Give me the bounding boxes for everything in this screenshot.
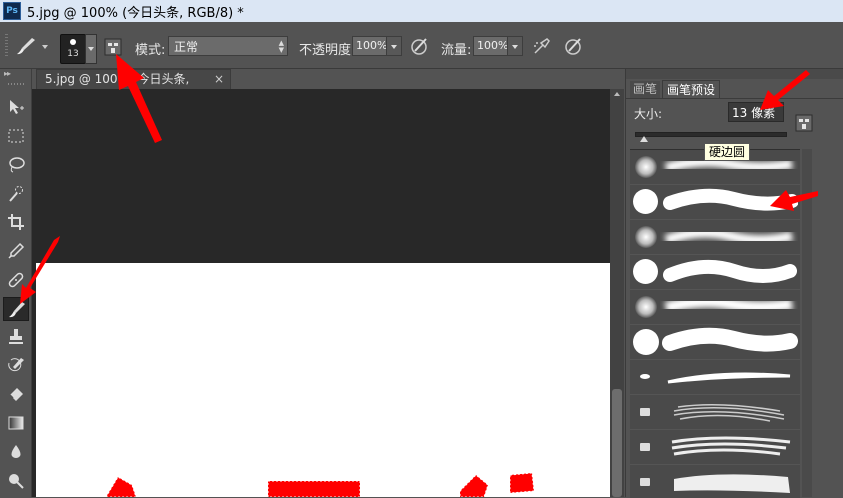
tab-brush[interactable]: 画笔 [630,81,660,98]
blur-tool-icon [11,445,21,458]
toolbar-grip[interactable] [8,83,24,85]
move-tool-icon [10,100,24,114]
eyedropper-tool[interactable] [3,239,29,263]
quick-selection-tool-icon [9,186,23,202]
crop-tool[interactable] [3,210,29,234]
brush-preset-item[interactable] [630,220,800,255]
history-brush-tool[interactable] [3,354,29,378]
flow-value: 100% [477,39,509,52]
brush-tip-dot [70,39,76,45]
airbrush-button[interactable] [531,35,553,57]
brush-tool-icon [9,302,25,318]
document-tab[interactable]: 5.jpg @ 100% (今日头条, RGB/8) * × [36,69,231,105]
brush-preset-item[interactable] [630,465,800,498]
pressure-size-icon [565,38,581,55]
pressure-size-button[interactable] [563,35,585,57]
brush-panel-toggle-icon [795,114,813,132]
canvas-vertical-scrollbar[interactable] [610,89,624,497]
brush-tooltip: 硬边圆 [704,143,751,161]
dodge-tool[interactable] [3,469,29,493]
options-bar: 13 模式: 正常 ▲ ▼ 不透明度: 100% 流量: 100% [0,22,843,69]
opacity-label: 不透明度: [299,43,356,58]
brush-preset-item[interactable] [630,395,800,430]
photoshop-app-icon: Ps [3,2,21,20]
options-bar-grip[interactable] [5,34,8,56]
blend-mode-select[interactable]: 正常 ▲ ▼ [168,36,288,56]
blur-tool[interactable] [3,440,29,464]
size-label: 大小: [634,107,663,121]
opacity-value: 100% [356,39,388,52]
flow-field[interactable]: 100% [473,36,523,56]
quick-selection-tool[interactable] [3,182,29,206]
clone-stamp-tool-icon [9,329,23,344]
tools-panel: ▸▸ [0,69,32,497]
history-brush-tool-icon [8,358,24,372]
size-slider-thumb[interactable] [639,136,648,142]
brush-preset-picker[interactable]: 13 [60,34,86,64]
brush-preset-item[interactable] [630,360,800,395]
lasso-tool-icon [9,157,25,173]
eraser-tool[interactable] [3,383,29,407]
scrollbar-thumb[interactable] [612,389,622,497]
canvas-area[interactable] [32,89,610,497]
airbrush-icon [534,38,550,54]
brush-picker-dropdown-arrow[interactable] [85,34,97,64]
tool-preset-dropdown-arrow[interactable] [42,45,48,49]
brush-panel-toggle-icon [104,38,122,56]
flow-label: 流量: [441,43,472,58]
marquee-tool[interactable] [3,124,29,148]
right-panel-dock: 画笔 画笔预设 大小: 13 像素 硬边圆 [625,69,843,498]
select-spinner-icon: ▲ ▼ [278,39,284,54]
tab-divider [626,98,843,99]
mode-label: 模式: [135,43,166,58]
eyedropper-tool-icon [8,242,25,259]
red-text-artwork [105,472,535,497]
brush-size-readout: 13 [67,49,79,59]
size-input[interactable]: 13 像素 [728,102,784,122]
crop-tool-icon [8,214,24,230]
brush-preset-item[interactable] [630,430,800,465]
healing-brush-tool[interactable] [3,268,29,292]
eraser-tool-icon [9,388,23,401]
opacity-dropdown-arrow[interactable] [386,37,401,55]
pressure-opacity-button[interactable] [409,35,431,57]
marquee-tool-icon [8,129,24,143]
pressure-opacity-icon [411,38,427,55]
brush-preset-item[interactable] [630,290,800,325]
move-tool[interactable] [3,95,29,119]
brush-preset-item[interactable] [630,325,800,360]
toggle-brush-panel-button[interactable] [102,36,124,58]
size-slider-track[interactable] [635,132,787,137]
panel-dock-strip [626,69,843,79]
gradient-tool-icon [8,416,24,430]
brush-tool[interactable] [3,297,29,321]
preset-list-scrollbar[interactable] [802,149,812,497]
tab-brush-presets[interactable]: 画笔预设 [662,80,720,99]
blend-mode-value: 正常 [174,40,199,54]
scroll-up-arrow-icon[interactable] [614,92,620,96]
close-tab-icon[interactable]: × [214,70,224,89]
brush-preset-list[interactable] [630,149,800,498]
brush-tool-icon [17,38,35,55]
gradient-tool[interactable] [3,411,29,435]
healing-brush-tool-icon [8,272,24,288]
document-tab-bar: 5.jpg @ 100% (今日头条, RGB/8) * × [32,69,628,105]
tool-preset-picker[interactable] [14,36,40,56]
flow-dropdown-arrow[interactable] [507,37,522,55]
document-canvas[interactable] [36,263,610,497]
lasso-tool[interactable] [3,153,29,177]
title-bar: Ps 5.jpg @ 100% (今日头条, RGB/8) * [0,0,843,22]
collapse-toolbar-icon[interactable]: ▸▸ [4,69,11,78]
reset-size-button[interactable] [795,114,813,132]
opacity-field[interactable]: 100% [352,36,402,56]
brush-preset-item[interactable] [630,185,800,220]
brush-preset-item[interactable] [630,255,800,290]
dodge-tool-icon [9,474,24,489]
clone-stamp-tool[interactable] [3,325,29,349]
window-title: 5.jpg @ 100% (今日头条, RGB/8) * [27,5,244,21]
